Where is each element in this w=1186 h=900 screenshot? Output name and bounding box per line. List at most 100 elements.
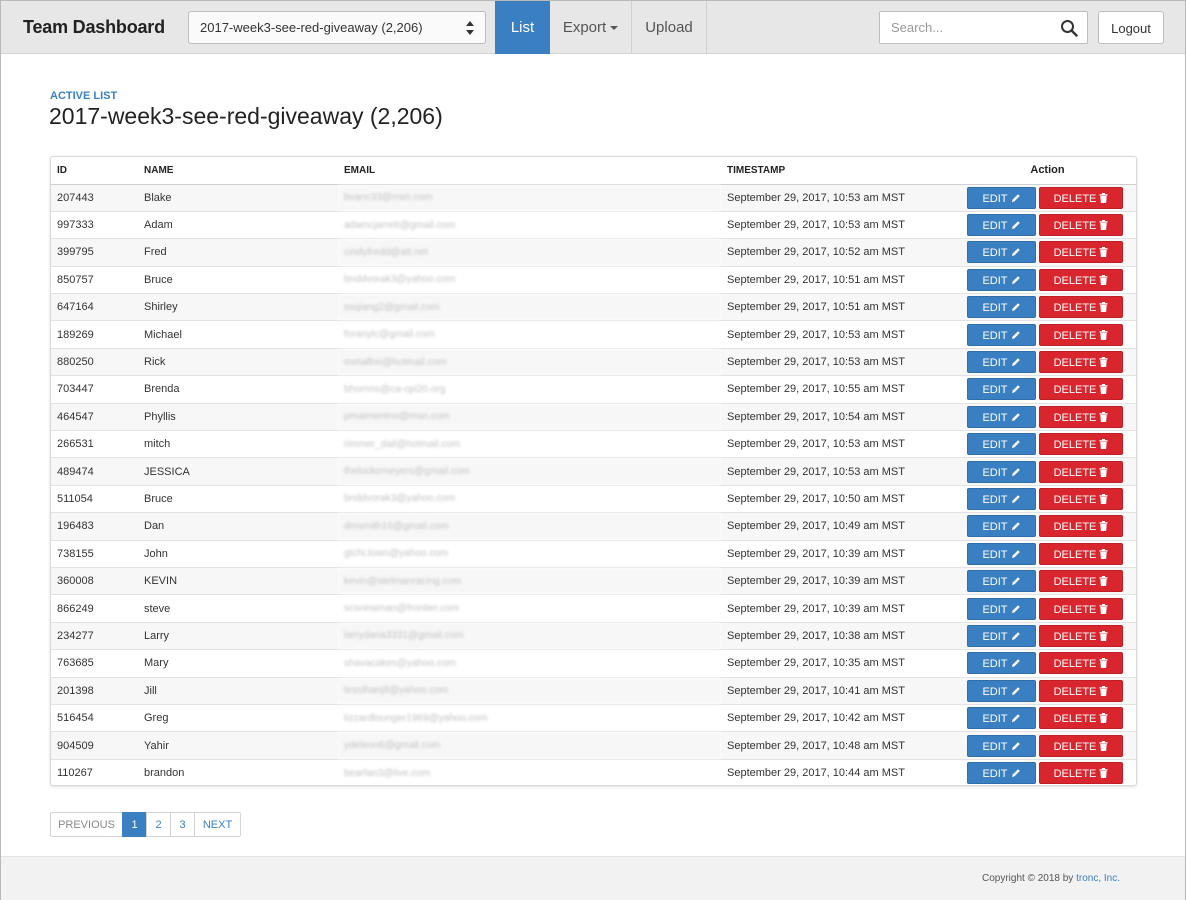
delete-button[interactable]: DELETE: [1039, 296, 1123, 319]
list-select-dropdown[interactable]: 2017-week3-see-red-giveaway (2,206): [188, 11, 486, 44]
delete-button[interactable]: DELETE: [1039, 268, 1123, 291]
pencil-icon: [1011, 358, 1020, 367]
cell-actions: EDIT DELETE: [957, 512, 1136, 541]
edit-button[interactable]: EDIT: [967, 652, 1036, 675]
edit-button[interactable]: EDIT: [967, 296, 1036, 319]
delete-button-label: DELETE: [1053, 493, 1097, 506]
cell-id: 360008: [51, 566, 138, 595]
edit-button[interactable]: EDIT: [967, 268, 1036, 291]
delete-button[interactable]: DELETE: [1039, 186, 1123, 209]
edit-button[interactable]: EDIT: [967, 515, 1036, 538]
delete-button[interactable]: DELETE: [1039, 241, 1123, 264]
delete-button[interactable]: DELETE: [1039, 214, 1123, 237]
trash-icon: [1099, 658, 1108, 669]
active-list-eyebrow: ACTIVE LIST: [50, 90, 118, 102]
trash-icon: [1099, 768, 1108, 779]
edit-button[interactable]: EDIT: [967, 433, 1036, 456]
edit-button[interactable]: EDIT: [967, 762, 1036, 785]
tab-upload[interactable]: Upload: [632, 1, 707, 54]
cell-timestamp: September 29, 2017, 10:53 am MST: [721, 430, 957, 458]
cell-timestamp: September 29, 2017, 10:38 am MST: [721, 621, 957, 650]
pagination-next[interactable]: NEXT: [194, 812, 241, 837]
delete-button-label: DELETE: [1053, 521, 1097, 534]
pagination-page-3[interactable]: 3: [170, 812, 195, 837]
edit-button-label: EDIT: [982, 384, 1008, 397]
delete-button[interactable]: DELETE: [1039, 570, 1123, 593]
column-header-email: EMAIL: [338, 157, 721, 185]
cell-name: Phyllis: [138, 402, 338, 431]
search-icon[interactable]: [1060, 19, 1078, 37]
trash-icon: [1099, 439, 1108, 450]
brand-title[interactable]: Team Dashboard: [23, 17, 165, 38]
delete-button-label: DELETE: [1053, 274, 1097, 287]
edit-button-label: EDIT: [982, 713, 1008, 726]
cell-name: Rick: [138, 347, 338, 376]
pencil-icon: [1011, 221, 1020, 230]
delete-button[interactable]: DELETE: [1039, 378, 1123, 401]
delete-button[interactable]: DELETE: [1039, 405, 1123, 428]
edit-button[interactable]: EDIT: [967, 186, 1036, 209]
delete-button[interactable]: DELETE: [1039, 351, 1123, 374]
cell-actions: EDIT DELETE: [957, 566, 1136, 595]
trash-icon: [1099, 302, 1108, 313]
cell-timestamp: September 29, 2017, 10:39 am MST: [721, 566, 957, 595]
edit-button[interactable]: EDIT: [967, 405, 1036, 428]
delete-button[interactable]: DELETE: [1039, 323, 1123, 346]
pencil-icon: [1011, 549, 1020, 558]
edit-button[interactable]: EDIT: [967, 597, 1036, 620]
pencil-icon: [1011, 522, 1020, 531]
table-header-row: ID NAME EMAIL TIMESTAMP Action: [51, 157, 1136, 185]
tab-export[interactable]: Export: [550, 1, 632, 54]
search-input[interactable]: [880, 12, 1045, 43]
table-row: 511054 Bruce bnddvorak3@yahoo.com September…: [51, 484, 1136, 513]
app-window: Team Dashboard 2017-week3-see-red-giveaw…: [0, 0, 1186, 900]
edit-button[interactable]: EDIT: [967, 460, 1036, 483]
delete-button[interactable]: DELETE: [1039, 762, 1123, 785]
cell-actions: EDIT DELETE: [957, 210, 1136, 239]
company-link[interactable]: tronc, Inc.: [1076, 873, 1120, 884]
edit-button-label: EDIT: [982, 466, 1008, 479]
delete-button[interactable]: DELETE: [1039, 515, 1123, 538]
tab-list[interactable]: List: [495, 1, 550, 54]
edit-button[interactable]: EDIT: [967, 707, 1036, 730]
column-header-action: Action: [957, 157, 1136, 185]
edit-button[interactable]: EDIT: [967, 241, 1036, 264]
delete-button[interactable]: DELETE: [1039, 487, 1123, 510]
edit-button[interactable]: EDIT: [967, 487, 1036, 510]
edit-button[interactable]: EDIT: [967, 214, 1036, 237]
table-row: 516454 Greg lizzardlounger1969@yahoo.com Se…: [51, 703, 1136, 732]
logout-button[interactable]: Logout: [1098, 11, 1164, 44]
edit-button[interactable]: EDIT: [967, 323, 1036, 346]
delete-button-label: DELETE: [1053, 329, 1097, 342]
delete-button[interactable]: DELETE: [1039, 679, 1123, 702]
records-table: ID NAME EMAIL TIMESTAMP Action 207443 Bla…: [50, 156, 1137, 786]
edit-button[interactable]: EDIT: [967, 351, 1036, 374]
delete-button[interactable]: DELETE: [1039, 652, 1123, 675]
cell-id: 763685: [51, 649, 138, 678]
cell-id: 234277: [51, 621, 138, 650]
edit-button-label: EDIT: [982, 302, 1008, 315]
delete-button[interactable]: DELETE: [1039, 597, 1123, 620]
edit-button[interactable]: EDIT: [967, 378, 1036, 401]
cell-name: Michael: [138, 320, 338, 349]
edit-button[interactable]: EDIT: [967, 624, 1036, 647]
edit-button[interactable]: EDIT: [967, 570, 1036, 593]
delete-button[interactable]: DELETE: [1039, 433, 1123, 456]
cell-id: 464547: [51, 402, 138, 431]
trash-icon: [1099, 192, 1108, 203]
pagination-previous[interactable]: PREVIOUS: [50, 812, 123, 837]
cell-id: 201398: [51, 676, 138, 705]
delete-button[interactable]: DELETE: [1039, 624, 1123, 647]
pencil-icon: [1011, 440, 1020, 449]
delete-button[interactable]: DELETE: [1039, 734, 1123, 757]
edit-button[interactable]: EDIT: [967, 542, 1036, 565]
pagination-page-1[interactable]: 1: [122, 812, 147, 837]
pagination-page-2[interactable]: 2: [146, 812, 171, 837]
edit-button[interactable]: EDIT: [967, 734, 1036, 757]
cell-timestamp: September 29, 2017, 10:55 am MST: [721, 375, 957, 404]
edit-button[interactable]: EDIT: [967, 679, 1036, 702]
delete-button[interactable]: DELETE: [1039, 542, 1123, 565]
edit-button-label: EDIT: [982, 630, 1008, 643]
delete-button[interactable]: DELETE: [1039, 460, 1123, 483]
delete-button[interactable]: DELETE: [1039, 707, 1123, 730]
